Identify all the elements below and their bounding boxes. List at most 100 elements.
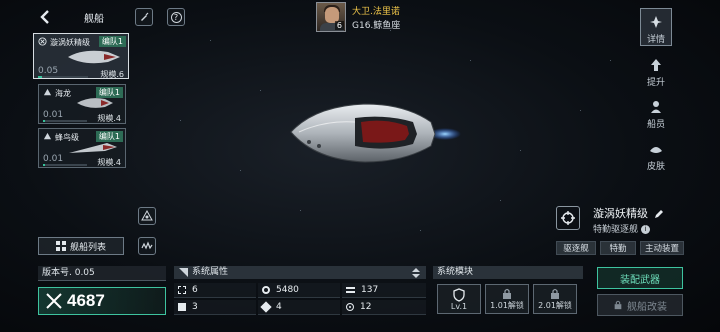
- ship-card-scale: 规模.4: [97, 114, 121, 123]
- fleet-list-button[interactable]: 舰船列表: [38, 237, 124, 255]
- module-slot-2[interactable]: 1.01解锁: [485, 284, 529, 314]
- crosshair-icon: [561, 211, 575, 225]
- crossed-swords-icon: [46, 293, 62, 309]
- tab-details[interactable]: 详情: [640, 8, 672, 46]
- ship-thumbnail: [69, 143, 117, 153]
- ship-card-value: 0.01: [43, 110, 64, 120]
- ship-card-progress: [38, 76, 88, 78]
- ship-class-badge: [556, 206, 580, 230]
- ship-card-scale: 规模.6: [100, 70, 124, 79]
- tab-label: 详情: [646, 35, 665, 45]
- shield-icon: [453, 287, 465, 302]
- refit-label: 舰船改装: [627, 301, 667, 313]
- ship-thumbnail: [68, 50, 120, 64]
- ship-card-name: 海龙: [55, 89, 71, 98]
- ship-card-1[interactable]: 漩涡妖精级 编队1 0.05 规模.6: [33, 33, 129, 79]
- fleet-list-label: 舰船列表: [69, 242, 106, 253]
- tab-label: 皮肤: [646, 162, 665, 172]
- captain-ship-code: G16.鲸鱼座: [352, 21, 401, 31]
- ship-model[interactable]: [285, 96, 465, 176]
- ship-card-scale: 规模.4: [97, 158, 121, 167]
- attr-value: 6: [192, 285, 198, 295]
- page-title: 舰船: [84, 14, 104, 25]
- back-button[interactable]: [36, 8, 54, 26]
- attr-speed: 137: [342, 283, 426, 298]
- paint-button[interactable]: [135, 8, 153, 26]
- attr-value: 12: [360, 302, 372, 312]
- speed-icon: [346, 287, 355, 293]
- formation-button[interactable]: [138, 207, 156, 225]
- ship-name[interactable]: 漩涡妖精级: [593, 205, 664, 221]
- armor-icon: [262, 286, 270, 294]
- expand-icon: [179, 268, 188, 277]
- lock-icon: [614, 300, 622, 310]
- target-icon: [346, 303, 354, 311]
- module-label: 2.01解锁: [538, 300, 572, 310]
- attr-value: 3: [192, 302, 198, 312]
- ship-class-icon: [43, 88, 52, 96]
- attr-slot: 3: [174, 300, 256, 315]
- power-panel: 4687: [38, 287, 166, 315]
- grid-icon: [55, 241, 66, 251]
- attr-armor: 5480: [258, 283, 340, 298]
- tab-crew[interactable]: 船员: [640, 92, 672, 130]
- attr-value: 5480: [276, 285, 299, 295]
- captain-name: 大卫.法里诺: [352, 7, 400, 17]
- help-button[interactable]: ?: [167, 8, 185, 26]
- module-slot-1[interactable]: Lv.1: [437, 284, 481, 314]
- ship-refit-button[interactable]: 舰船改装: [597, 294, 683, 316]
- attr-target: 12: [342, 300, 426, 315]
- ship-card-3[interactable]: 蜂鸟级 编队1 0.01 规模.4: [38, 128, 126, 168]
- tab-upgrade[interactable]: 提升: [640, 50, 672, 88]
- edit-icon[interactable]: [654, 209, 664, 219]
- ship-name-text: 漩涡妖精级: [593, 207, 648, 220]
- lock-icon: [503, 288, 511, 299]
- lock-icon: [551, 288, 559, 299]
- formation-icon: [141, 210, 153, 221]
- attr-hull: 6: [174, 283, 256, 298]
- help-icon: ?: [170, 11, 182, 23]
- crew-icon: [651, 101, 661, 113]
- captain-portrait[interactable]: 6: [316, 2, 346, 32]
- upgrade-icon: [651, 59, 661, 71]
- attributes-title: 系统属性: [192, 267, 229, 277]
- sort-icon[interactable]: [412, 268, 420, 278]
- tab-label: 提升: [646, 78, 665, 88]
- equip-weapon-button[interactable]: 装配武器: [597, 267, 683, 289]
- slot-icon: [178, 303, 186, 311]
- close-circle-icon: [38, 37, 47, 46]
- ship-type-text: 特勤驱逐舰: [593, 225, 639, 235]
- module-slot-3[interactable]: 2.01解锁: [533, 284, 577, 314]
- ship-card-value: 0.05: [38, 66, 59, 76]
- hull-icon: [178, 286, 186, 294]
- version-label: 版本号. 0.05: [38, 266, 166, 281]
- ship-type: 特勤驱逐舰 i: [593, 222, 650, 235]
- ship-card-2[interactable]: 海龙 编队1 0.01 规模.4: [38, 84, 126, 124]
- module-label: 1.01解锁: [490, 300, 524, 310]
- system-attributes-panel: 系统属性 6 5480 137 3 4 12: [174, 266, 426, 316]
- skin-icon: [650, 147, 662, 153]
- brush-icon: [141, 12, 149, 21]
- cargo-icon: [260, 301, 272, 313]
- captain-level: 6: [334, 21, 344, 30]
- system-modules-panel: 系统模块 Lv.1 1.01解锁 2.01解锁: [433, 266, 583, 316]
- ship-thumbnail: [77, 98, 113, 108]
- ship-tag: 主动装置: [640, 241, 684, 255]
- ship-class-icon: [43, 132, 52, 140]
- tab-skin[interactable]: 皮肤: [640, 134, 672, 172]
- wave-icon: [141, 241, 153, 250]
- attributes-header[interactable]: 系统属性: [174, 266, 426, 279]
- modules-title: 系统模块: [433, 266, 583, 279]
- power-value: 4687: [67, 291, 105, 310]
- ship-tag: 驱逐舰: [556, 241, 596, 255]
- tab-label: 船员: [646, 120, 665, 130]
- ship-card-progress: [43, 164, 87, 166]
- back-arrow-icon: [40, 10, 49, 24]
- attr-value: 137: [361, 285, 379, 295]
- ship-card-progress: [43, 120, 87, 122]
- chart-button[interactable]: [138, 237, 156, 255]
- info-icon[interactable]: i: [640, 225, 650, 234]
- details-icon: [650, 16, 662, 28]
- attr-value: 4: [276, 302, 282, 312]
- ship-tag: 特勤: [600, 241, 636, 255]
